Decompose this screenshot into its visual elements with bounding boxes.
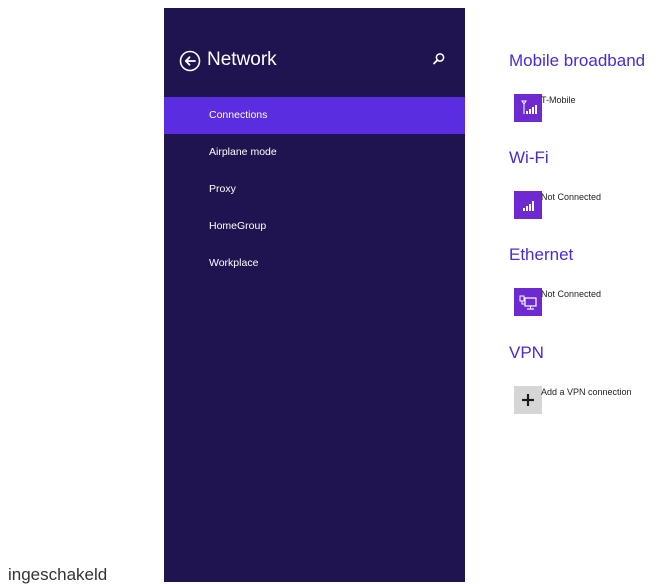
sidebar-item-proxy[interactable]: Proxy bbox=[164, 171, 465, 208]
connection-label: Not Connected bbox=[541, 289, 602, 299]
sidebar-item-workplace[interactable]: Workplace bbox=[164, 245, 465, 282]
connection-label: Not Connected bbox=[541, 192, 602, 202]
cellular-signal-icon bbox=[521, 100, 537, 114]
sidebar-item-label: Connections bbox=[209, 109, 268, 121]
connection-item-ethernet[interactable]: Not Connected bbox=[514, 288, 665, 318]
section-title-vpn: VPN bbox=[509, 343, 544, 362]
wifi-signal-icon bbox=[523, 201, 534, 211]
sidebar-item-label: HomeGroup bbox=[209, 220, 267, 232]
connection-item-wifi[interactable]: Not Connected bbox=[514, 191, 665, 221]
search-button[interactable] bbox=[432, 52, 446, 66]
plus-icon bbox=[522, 394, 534, 406]
sidebar-item-airplane-mode[interactable]: Airplane mode bbox=[164, 134, 465, 171]
top-caption-fragment bbox=[0, 0, 665, 6]
sidebar-item-label: Airplane mode bbox=[209, 146, 277, 158]
sidebar-item-connections[interactable]: Connections bbox=[164, 97, 465, 134]
sidebar-header: Network bbox=[164, 8, 465, 94]
section-title-ethernet: Ethernet bbox=[509, 245, 574, 264]
sidebar-item-label: Proxy bbox=[209, 183, 236, 195]
sidebar-item-label: Workplace bbox=[209, 257, 259, 269]
ethernet-icon bbox=[519, 295, 537, 310]
connection-item-t-mobile[interactable]: T-Mobile bbox=[514, 94, 665, 124]
connection-tile bbox=[514, 288, 542, 316]
connection-label: T-Mobile bbox=[541, 95, 576, 105]
search-icon bbox=[433, 53, 445, 65]
bottom-caption: ingeschakeld bbox=[8, 565, 108, 584]
back-arrow-circle-icon bbox=[179, 50, 201, 72]
back-button[interactable] bbox=[179, 50, 201, 72]
section-title-mobile-broadband: Mobile broadband bbox=[509, 51, 646, 70]
add-tile bbox=[514, 386, 542, 414]
add-vpn-connection-button[interactable]: Add a VPN connection bbox=[514, 386, 665, 416]
sidebar-title: Network bbox=[207, 49, 277, 70]
sidebar-item-homegroup[interactable]: HomeGroup bbox=[164, 208, 465, 245]
sidebar-nav: Connections Airplane mode Proxy HomeGrou… bbox=[164, 97, 465, 282]
network-sidebar: Network Connections Airplane mode Proxy … bbox=[164, 8, 465, 582]
connection-label: Add a VPN connection bbox=[541, 387, 632, 397]
connection-tile bbox=[514, 191, 542, 219]
connection-tile bbox=[514, 94, 542, 122]
section-title-wifi: Wi-Fi bbox=[509, 148, 549, 167]
